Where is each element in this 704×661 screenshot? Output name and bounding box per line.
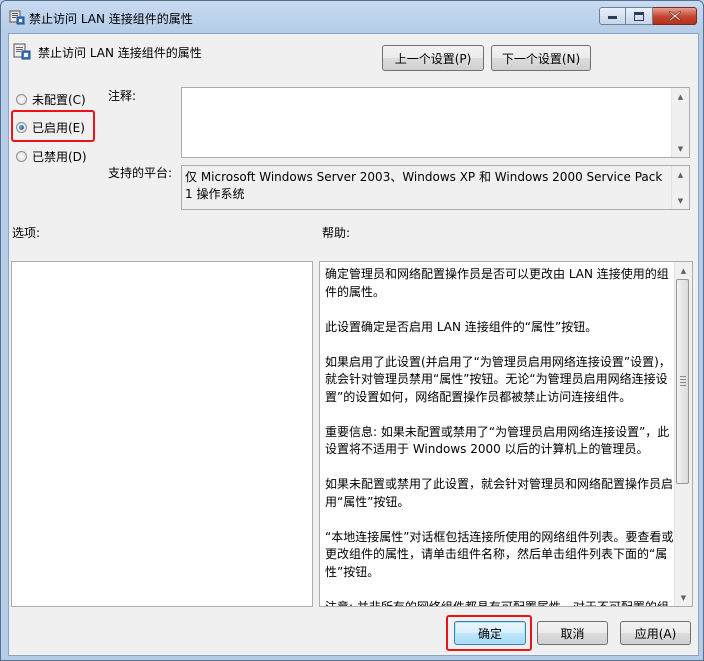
help-paragraph: 确定管理员和网络配置操作员是否可以更改由 LAN 连接使用的组件的属性。: [325, 267, 669, 299]
dialog-client: 禁止访问 LAN 连接组件的属性 上一个设置(P) 下一个设置(N) 未配置(C…: [8, 33, 699, 656]
policy-name: 禁止访问 LAN 连接组件的属性: [38, 46, 202, 60]
maximize-button[interactable]: [626, 7, 653, 25]
close-button[interactable]: [653, 7, 697, 25]
options-pane: [11, 261, 313, 607]
scroll-up-icon[interactable]: ▲: [675, 262, 692, 279]
platform-value: 仅 Microsoft Windows Server 2003、Windows …: [185, 170, 663, 201]
options-label: 选项:: [12, 226, 41, 240]
scroll-down-icon[interactable]: ▼: [672, 192, 689, 209]
help-paragraph: 如果未配置或禁用了此设置，就会针对管理员和网络配置操作员启用“属性”按钮。: [325, 477, 674, 509]
scroll-down-icon[interactable]: ▼: [672, 140, 689, 157]
ok-button[interactable]: 确定: [454, 621, 526, 645]
help-paragraph: 重要信息: 如果未配置或禁用了“为管理员启用网络连接设置”，此设置将不适用于 W…: [325, 424, 670, 457]
maximize-icon: [634, 11, 644, 21]
help-paragraph: 如果启用了此设置(并启用了“为管理员启用网络连接设置”设置)，就会针对管理员禁用…: [325, 354, 671, 404]
close-icon: [668, 11, 681, 21]
comment-label: 注释:: [108, 89, 137, 103]
window-title: 禁止访问 LAN 连接组件的属性: [29, 12, 193, 26]
highlight-enabled-box: [11, 110, 95, 142]
policy-icon: [9, 10, 25, 25]
radio-label: 已禁用(D): [32, 150, 87, 164]
help-paragraph: 注意: 并非所有的网络组件都具有可配置属性。对于不可配置的组: [325, 599, 669, 607]
minimize-icon: [608, 16, 617, 19]
platform-textbox: 仅 Microsoft Windows Server 2003、Windows …: [181, 165, 690, 210]
dialog-window: 禁止访问 LAN 连接组件的属性 禁止访问 LAN 连接组件的属性 上一个设置(…: [0, 0, 704, 661]
help-scrollbar[interactable]: ▲ ▼: [674, 262, 692, 606]
cancel-button[interactable]: 取消: [537, 621, 608, 645]
platform-label: 支持的平台:: [108, 166, 173, 180]
help-scroll-thumb[interactable]: [676, 279, 689, 484]
scroll-up-icon[interactable]: ▲: [672, 88, 689, 105]
radio-circle[interactable]: [16, 94, 27, 105]
scroll-down-icon[interactable]: ▼: [675, 589, 692, 606]
help-pane: 确定管理员和网络配置操作员是否可以更改由 LAN 连接使用的组件的属性。 此设置…: [319, 261, 693, 607]
minimize-button[interactable]: [599, 7, 626, 25]
help-label: 帮助:: [322, 226, 351, 240]
help-text: 确定管理员和网络配置操作员是否可以更改由 LAN 连接使用的组件的属性。 此设置…: [325, 266, 675, 607]
comment-textarea[interactable]: ▲ ▼: [181, 87, 690, 158]
help-paragraph: “本地连接属性”对话框包括连接所使用的网络组件列表。要查看或更改组件的属性，请单…: [325, 529, 674, 579]
previous-setting-button[interactable]: 上一个设置(P): [382, 45, 484, 71]
platform-scrollbar[interactable]: ▲ ▼: [671, 166, 689, 209]
help-paragraph: 此设置确定是否启用 LAN 连接组件的“属性”按钮。: [325, 319, 598, 334]
scroll-up-icon[interactable]: ▲: [672, 166, 689, 183]
policy-setting-icon: [13, 43, 31, 60]
radio-circle[interactable]: [16, 151, 27, 162]
radio-not-configured[interactable]: 未配置(C): [16, 91, 86, 108]
radio-label: 未配置(C): [32, 93, 86, 107]
apply-button[interactable]: 应用(A): [620, 621, 691, 645]
next-setting-button[interactable]: 下一个设置(N): [491, 45, 591, 71]
title-bar[interactable]: 禁止访问 LAN 连接组件的属性: [1, 1, 703, 33]
comment-scrollbar[interactable]: ▲ ▼: [671, 88, 689, 157]
radio-disabled[interactable]: 已禁用(D): [16, 148, 87, 165]
